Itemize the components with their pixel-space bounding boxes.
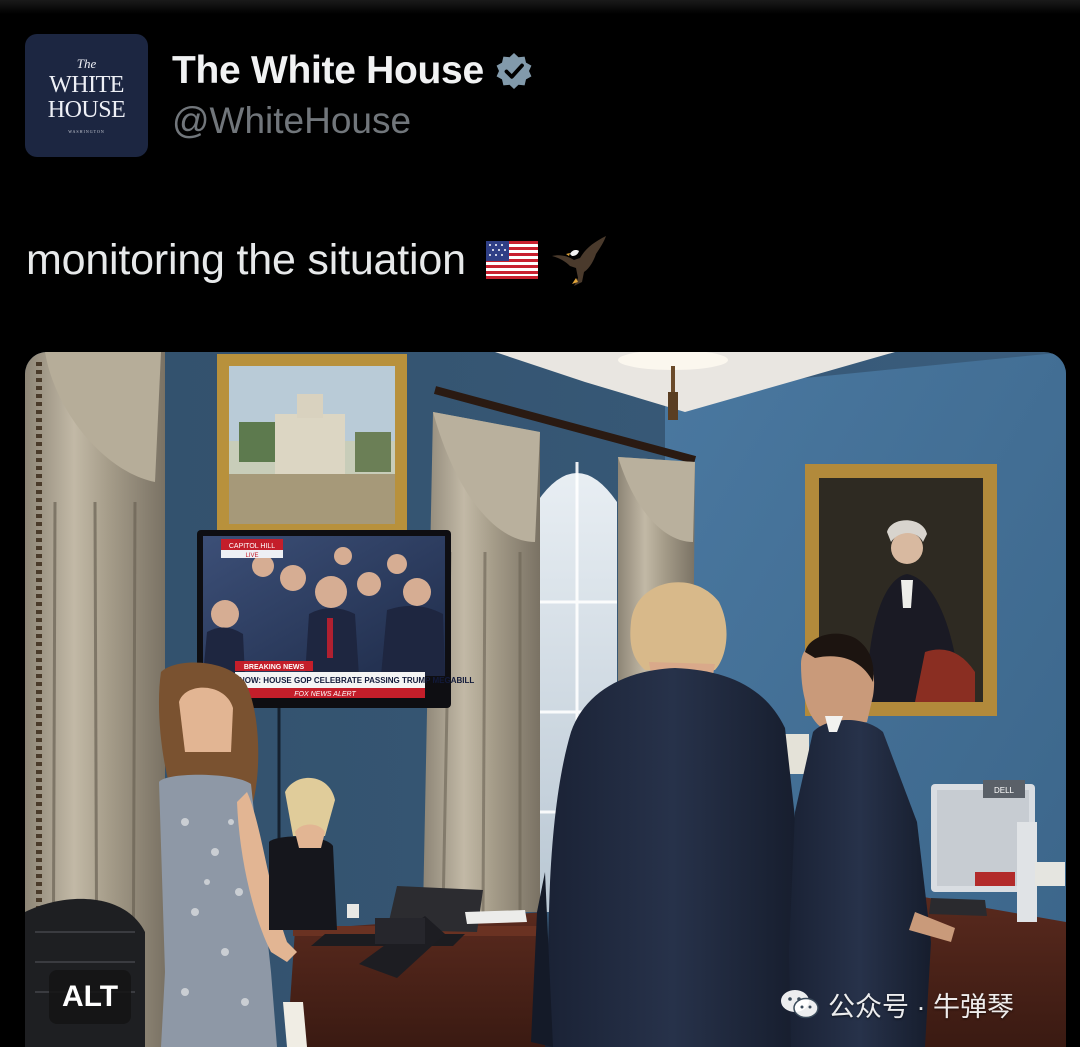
- tv-breaking-label: BREAKING NEWS: [244, 664, 305, 671]
- avatar-logo-line1: The: [76, 56, 97, 71]
- avatar[interactable]: The WHITE HOUSE WASHINGTON: [25, 34, 148, 157]
- monitor-label: DELL: [994, 786, 1015, 795]
- display-name[interactable]: The White House: [172, 49, 484, 93]
- eagle-emoji: [551, 236, 606, 286]
- watermark: 公众号 · 牛弹琴: [780, 984, 1014, 1024]
- tv-headline: NOW: HOUSE GOP CELEBRATE PASSING TRUMP M…: [239, 676, 474, 685]
- wechat-icon: [781, 990, 819, 1019]
- us-flag-emoji: [485, 241, 538, 279]
- verified-badge-icon[interactable]: [494, 51, 534, 91]
- tv-ticker: FOX NEWS ALERT: [294, 691, 356, 698]
- watermark-text: 公众号 · 牛弹琴: [828, 991, 1014, 1022]
- top-edge: [0, 0, 1080, 14]
- tv-live-tag: LIVE: [245, 553, 258, 559]
- avatar-logo-sub: WASHINGTON: [68, 129, 105, 134]
- author-name-row: The White House: [172, 48, 534, 94]
- avatar-logo-line2: WHITE: [49, 72, 124, 98]
- tweet-body: monitoring the situation: [26, 235, 466, 284]
- handle[interactable]: @WhiteHouse: [172, 100, 411, 142]
- photo-scene: CAPITOL HILL LIVE BREAKING NEWS NOW: HOU…: [25, 352, 1066, 1047]
- tv-location-tag: CAPITOL HILL: [229, 543, 275, 550]
- avatar-logo-line3: HOUSE: [47, 97, 126, 123]
- alt-text-button[interactable]: ALT: [49, 970, 131, 1024]
- tweet-text: monitoring the situation: [26, 232, 608, 288]
- tweet-photo[interactable]: CAPITOL HILL LIVE BREAKING NEWS NOW: HOU…: [25, 352, 1066, 1047]
